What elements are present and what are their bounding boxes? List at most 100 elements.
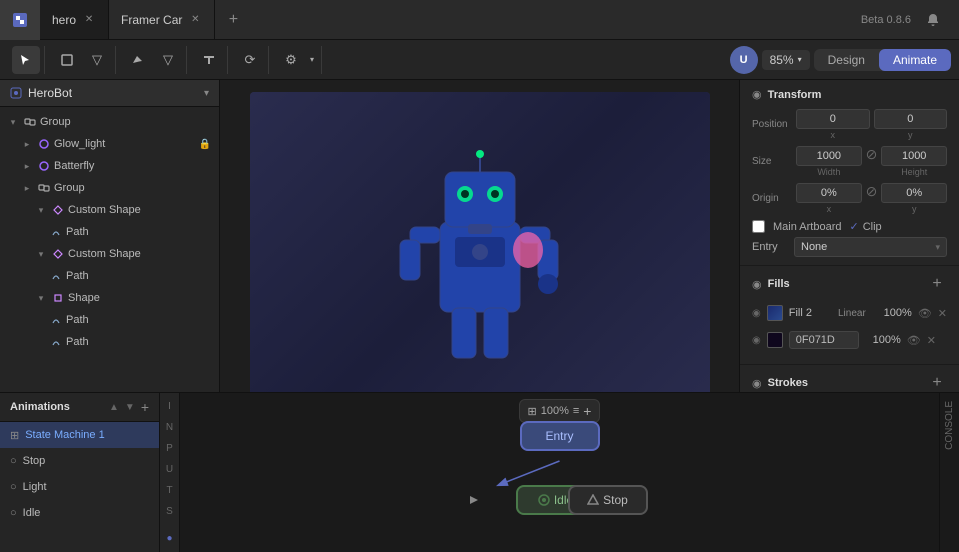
anim-idle-label: Idle <box>23 507 149 519</box>
layer-group-inner[interactable]: ▸ Group <box>0 177 219 199</box>
listener-letter-s: S <box>166 506 173 517</box>
notification-button[interactable] <box>919 6 947 34</box>
design-button[interactable]: Design <box>814 49 879 71</box>
fill2-opacity: 100% <box>876 307 912 319</box>
fill1-swatch[interactable] <box>767 332 783 348</box>
main-artboard-checkbox[interactable] <box>752 220 765 233</box>
layer-path-1[interactable]: Path <box>0 221 219 243</box>
zoom-control[interactable]: 85% ▾ <box>762 50 810 70</box>
lock-icon-glow: 🔒 <box>199 139 211 150</box>
layer-custom-shape-2[interactable]: ▾ Custom Shape <box>0 243 219 265</box>
animate-button[interactable]: Animate <box>879 49 951 71</box>
state-node-stop[interactable]: Stop <box>568 485 648 515</box>
layer-batterfly[interactable]: ▸ Batterfly <box>0 155 219 177</box>
animation-list: ⊞ State Machine 1 ○ Stop ○ Light ○ Idle <box>0 422 159 552</box>
frame-tool[interactable] <box>53 46 81 74</box>
fill2-hide-icon[interactable]: 👁 <box>918 307 932 320</box>
pen-tool[interactable] <box>124 46 152 74</box>
layer-path-3[interactable]: Path <box>0 309 219 331</box>
state-node-entry[interactable]: Entry <box>520 421 600 451</box>
add-stroke-button[interactable]: + <box>927 373 947 392</box>
light-icon: ○ <box>10 481 17 493</box>
group-icon <box>22 114 38 130</box>
size-width-input[interactable] <box>796 146 862 166</box>
clip-check-icon[interactable]: ✓ <box>849 220 858 233</box>
canvas-frame <box>250 92 710 392</box>
herobot-header[interactable]: HeroBot ▾ <box>0 80 219 107</box>
select-tool[interactable] <box>12 46 40 74</box>
state-machine-icon: ⊞ <box>10 429 19 442</box>
fill2-swatch[interactable] <box>767 305 783 321</box>
strokes-expand-icon[interactable]: ◉ <box>752 377 762 390</box>
anim-scroll-down[interactable]: ▼ <box>123 400 137 415</box>
tab-framer-car[interactable]: Framer Car ✕ <box>109 0 215 39</box>
origin-x-group: x <box>796 183 862 214</box>
anim-state-machine[interactable]: ⊞ State Machine 1 <box>0 422 159 448</box>
fill1-delete-icon[interactable]: ✕ <box>927 334 936 347</box>
listener-letter-p: P <box>166 443 173 454</box>
anim-stop[interactable]: ○ Stop <box>0 448 159 474</box>
stop-node-icon <box>587 494 599 506</box>
bottom-area: Animations ▲ ▼ + ⊞ State Machine 1 ○ Sto… <box>0 392 959 552</box>
fill1-hex-input[interactable] <box>789 331 859 349</box>
layer-path-4-name: Path <box>66 336 211 348</box>
tab-hero-close[interactable]: ✕ <box>82 13 96 27</box>
zoom-arrow: ▾ <box>798 55 802 64</box>
origin-y-label: y <box>881 204 947 214</box>
fills-section: ◉ Fills + ◉ Fill 2 Linear 100% 👁 ✕ ◉ 100… <box>740 266 959 365</box>
size-height-input[interactable] <box>881 146 947 166</box>
sm-grid-view[interactable]: ⊞ <box>528 405 537 418</box>
fill2-delete-icon[interactable]: ✕ <box>938 307 947 320</box>
user-avatar[interactable]: U <box>730 46 758 74</box>
layer-shape1-name: Shape <box>68 292 211 304</box>
idle-icon: ○ <box>10 507 17 519</box>
fills-expand-icon[interactable]: ◉ <box>752 278 762 291</box>
anim-stop-label: Stop <box>23 455 149 467</box>
position-x-input[interactable] <box>796 109 870 129</box>
origin-x-input[interactable] <box>796 183 862 203</box>
tab-framer-car-close[interactable]: ✕ <box>188 13 202 27</box>
anim-idle[interactable]: ○ Idle <box>0 500 159 526</box>
fill1-visibility-icon[interactable]: ◉ <box>752 335 761 346</box>
text-tool[interactable] <box>195 46 223 74</box>
settings-arrow[interactable]: ▾ <box>307 46 317 74</box>
anim-light[interactable]: ○ Light <box>0 474 159 500</box>
tab-hero[interactable]: hero ✕ <box>40 0 109 39</box>
fills-header: ◉ Fills + <box>752 274 947 294</box>
add-fill-button[interactable]: + <box>927 274 947 294</box>
layer-path-3-name: Path <box>66 314 211 326</box>
size-inputs: Width ⊘ Height <box>796 146 947 177</box>
entry-value: None <box>801 241 827 253</box>
origin-aspect-icon: ⊘ <box>866 183 878 214</box>
layer-shape1-arrow: ▾ <box>34 291 48 305</box>
sm-list-view[interactable]: ≡ <box>573 405 579 417</box>
state-entry-label: Entry <box>545 429 573 443</box>
console-label[interactable]: CONSOLE <box>944 401 955 450</box>
layer-path-2[interactable]: Path <box>0 265 219 287</box>
stop-icon: ○ <box>10 455 17 467</box>
top-bar: hero ✕ Framer Car ✕ + Beta 0.8.6 <box>0 0 959 40</box>
fill2-visibility-icon[interactable]: ◉ <box>752 308 761 319</box>
add-animation-button[interactable]: + <box>141 399 149 415</box>
layer-glow-light[interactable]: ▸ Glow_light 🔒 <box>0 133 219 155</box>
draw-tool[interactable]: ▽ <box>154 46 182 74</box>
aspect-ratio-icon[interactable]: ⊘ <box>866 146 878 177</box>
settings-btn[interactable]: ⚙ <box>277 46 305 74</box>
layer-path-4[interactable]: Path <box>0 331 219 353</box>
transform-expand-icon[interactable]: ◉ <box>752 88 762 101</box>
sm-add-node-button[interactable]: + <box>583 403 591 419</box>
fill1-hide-icon[interactable]: 👁 <box>907 334 921 347</box>
entry-select[interactable]: None ▾ <box>794 237 947 257</box>
tab-add-button[interactable]: + <box>215 2 251 38</box>
fill1-opacity: 100% <box>865 334 901 346</box>
transform-tool[interactable]: ⟳ <box>236 46 264 74</box>
anim-scroll-up[interactable]: ▲ <box>107 400 121 415</box>
layer-custom-shape-1[interactable]: ▾ Custom Shape <box>0 199 219 221</box>
layer-shape-1[interactable]: ▾ Shape <box>0 287 219 309</box>
layer-group-root[interactable]: ▾ Group <box>0 111 219 133</box>
app-logo[interactable] <box>0 0 40 40</box>
position-y-label: y <box>874 130 948 140</box>
position-y-input[interactable] <box>874 109 948 129</box>
origin-y-input[interactable] <box>881 183 947 203</box>
shape-tool[interactable]: ▽ <box>83 46 111 74</box>
